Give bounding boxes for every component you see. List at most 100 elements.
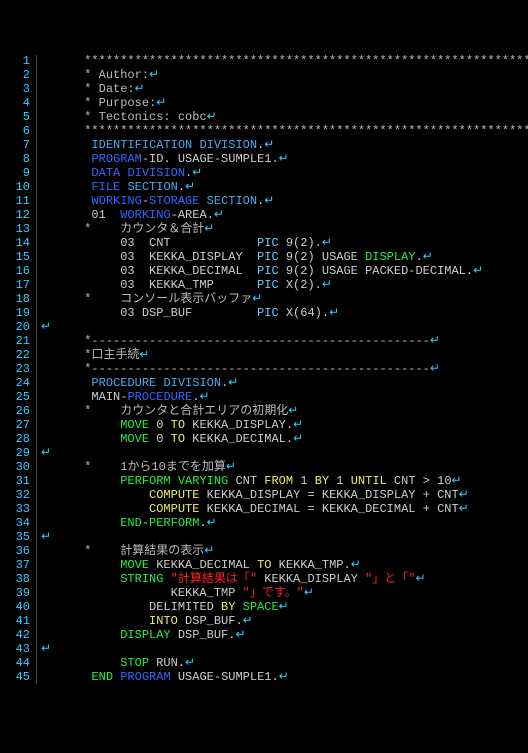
code-line[interactable]: MOVE 0 TO KEKKA_DISPLAY.↵ — [41, 419, 528, 433]
code-editor: 1234567891011121314151617181920212223242… — [0, 55, 528, 684]
code-line[interactable]: STOP RUN.↵ — [41, 657, 528, 671]
code-line[interactable]: * Purpose:↵ — [41, 97, 528, 111]
eol-icon: ↵ — [322, 236, 332, 250]
code-line[interactable]: IDENTIFICATION DIVISION.↵ — [41, 139, 528, 153]
code-line[interactable]: WORKING-STORAGE SECTION.↵ — [41, 195, 528, 209]
code-line[interactable]: * 計算結果の表示↵ — [41, 545, 528, 559]
token: WORKING — [91, 194, 141, 208]
line-number-gutter: 1234567891011121314151617181920212223242… — [0, 55, 37, 684]
code-line[interactable]: DISPLAY DSP_BUF.↵ — [41, 629, 528, 643]
token: PERFORM — [149, 516, 199, 530]
code-line[interactable]: * Author:↵ — [41, 69, 528, 83]
token: DELIMITED — [149, 600, 221, 614]
line-number: 42 — [0, 629, 30, 643]
line-number: 23 — [0, 363, 30, 377]
eol-icon: ↵ — [430, 362, 440, 376]
token: 01 — [91, 208, 120, 222]
code-line[interactable]: * カウンタと合計エリアの初期化↵ — [41, 405, 528, 419]
code-line[interactable]: ****************************************… — [41, 125, 528, 139]
line-number: 26 — [0, 405, 30, 419]
code-line[interactable]: *---------------------------------------… — [41, 363, 528, 377]
token — [113, 670, 120, 684]
token: COMPUTE — [149, 502, 199, 516]
code-line[interactable]: 03 KEKKA_DECIMAL PIC 9(2) USAGE PACKED-D… — [41, 265, 528, 279]
token: BY — [315, 474, 329, 488]
code-line[interactable]: INTO DSP_BUF.↵ — [41, 615, 528, 629]
token: PIC — [257, 264, 279, 278]
line-number: 38 — [0, 573, 30, 587]
eol-icon: ↵ — [149, 68, 159, 82]
token: 0 — [149, 432, 171, 446]
code-line[interactable]: 03 KEKKA_DISPLAY PIC 9(2) USAGE DISPLAY.… — [41, 251, 528, 265]
line-number: 27 — [0, 419, 30, 433]
code-line[interactable]: * カウンタ＆合計↵ — [41, 223, 528, 237]
token: KEKKA_DECIMAL = KEKKA_DECIMAL + CNT — [199, 502, 458, 516]
code-line[interactable]: * Tectonics: cobc↵ — [41, 111, 528, 125]
eol-icon: ↵ — [264, 194, 274, 208]
token: PROCEDURE — [127, 390, 192, 404]
eol-icon: ↵ — [214, 208, 224, 222]
code-line[interactable]: DATA DIVISION.↵ — [41, 167, 528, 181]
code-line[interactable]: PERFORM VARYING CNT FROM 1 BY 1 UNTIL CN… — [41, 475, 528, 489]
eol-icon: ↵ — [459, 502, 469, 516]
line-number: 9 — [0, 167, 30, 181]
line-number: 20 — [0, 321, 30, 335]
eol-icon: ↵ — [279, 600, 289, 614]
eol-icon: ↵ — [204, 222, 214, 236]
token: DIVISION — [163, 376, 221, 390]
line-number: 28 — [0, 433, 30, 447]
token: KEKKA_TMP. — [271, 558, 350, 572]
token: *口主手続 — [84, 348, 139, 362]
token: MOVE — [120, 418, 149, 432]
code-line[interactable]: KEKKA_TMP "」です。"↵ — [41, 587, 528, 601]
line-number: 34 — [0, 517, 30, 531]
token: 03 DSP_BUF — [120, 306, 257, 320]
code-line[interactable]: * コンソール表示バッファ↵ — [41, 293, 528, 307]
code-line[interactable]: MOVE 0 TO KEKKA_DECIMAL.↵ — [41, 433, 528, 447]
token: SECTION — [127, 180, 177, 194]
eol-icon: ↵ — [185, 180, 195, 194]
eol-icon: ↵ — [139, 348, 149, 362]
code-line[interactable]: *口主手続↵ — [41, 349, 528, 363]
code-line[interactable]: COMPUTE KEKKA_DECIMAL = KEKKA_DECIMAL + … — [41, 503, 528, 517]
line-number: 13 — [0, 223, 30, 237]
token: DSP_BUF. — [171, 628, 236, 642]
code-area[interactable]: ****************************************… — [37, 55, 528, 684]
token: * カウンタと合計エリアの初期化 — [84, 404, 288, 418]
code-line[interactable]: 03 CNT PIC 9(2).↵ — [41, 237, 528, 251]
line-number: 22 — [0, 349, 30, 363]
eol-icon: ↵ — [264, 138, 274, 152]
token: PROGRAM — [91, 152, 141, 166]
token: * Author: — [84, 68, 149, 82]
code-line[interactable]: ↵ — [41, 643, 528, 657]
token: DIVISION — [199, 138, 257, 152]
token: 9(2) USAGE — [279, 250, 365, 264]
token: * Date: — [84, 82, 134, 96]
code-line[interactable]: ****************************************… — [41, 55, 528, 69]
code-line[interactable]: ↵ — [41, 321, 528, 335]
token: USAGE-SUMPLE1. — [171, 670, 279, 684]
code-line[interactable]: FILE SECTION.↵ — [41, 181, 528, 195]
token — [199, 194, 206, 208]
code-line[interactable]: PROGRAM-ID. USAGE-SUMPLE1.↵ — [41, 153, 528, 167]
line-number: 3 — [0, 83, 30, 97]
code-line[interactable]: END PROGRAM USAGE-SUMPLE1.↵ — [41, 671, 528, 685]
code-line[interactable]: COMPUTE KEKKA_DISPLAY = KEKKA_DISPLAY + … — [41, 489, 528, 503]
eol-icon: ↵ — [293, 432, 303, 446]
code-line[interactable]: PROCEDURE DIVISION.↵ — [41, 377, 528, 391]
line-number: 32 — [0, 489, 30, 503]
token: TO — [171, 418, 185, 432]
code-line[interactable]: END-PERFORM.↵ — [41, 517, 528, 531]
line-number: 1 — [0, 55, 30, 69]
token: . — [178, 180, 185, 194]
code-line[interactable]: 03 DSP_BUF PIC X(64).↵ — [41, 307, 528, 321]
code-line[interactable]: DELIMITED BY SPACE↵ — [41, 601, 528, 615]
line-number: 16 — [0, 265, 30, 279]
token: -ID. USAGE-SUMPLE1. — [142, 152, 279, 166]
code-line[interactable]: * Date:↵ — [41, 83, 528, 97]
token: STRING — [120, 572, 163, 586]
eol-icon: ↵ — [329, 306, 339, 320]
line-number: 33 — [0, 503, 30, 517]
code-line[interactable]: * 1から10までを加算↵ — [41, 461, 528, 475]
line-number: 44 — [0, 657, 30, 671]
